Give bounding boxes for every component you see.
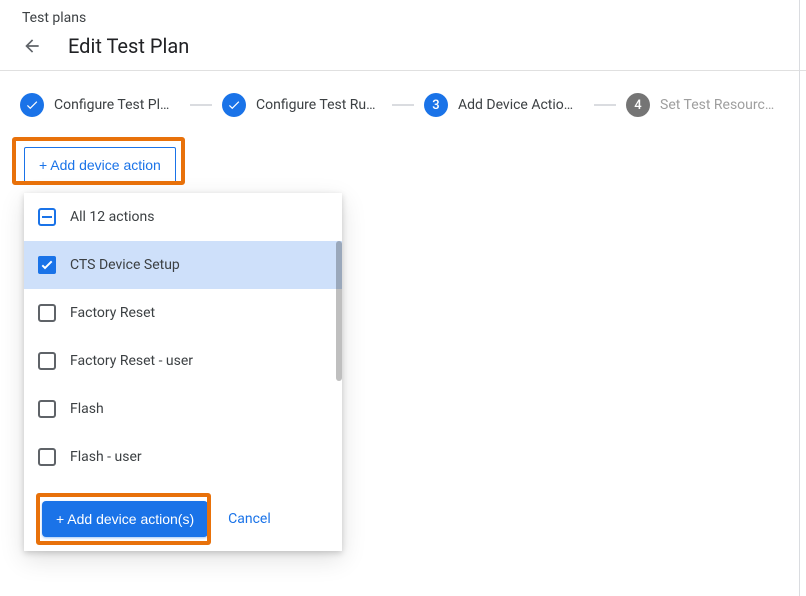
checkbox-unchecked-icon[interactable] — [38, 448, 56, 466]
step-label: Configure Test Ru… — [256, 97, 376, 113]
content-area: + Add device action All 12 actions CTS D… — [0, 139, 806, 183]
step-configure-test-run[interactable]: Configure Test Ru… — [222, 93, 382, 117]
page-header: Test plans Edit Test Plan — [0, 0, 806, 71]
confirm-add-device-actions-button[interactable]: + Add device action(s) — [42, 501, 208, 537]
panel-footer: + Add device action(s) Cancel — [24, 487, 342, 551]
step-add-device-actions[interactable]: 3 Add Device Actio… — [424, 93, 584, 117]
step-number-badge: 3 — [424, 93, 448, 117]
list-item-label: Factory Reset — [70, 305, 155, 321]
step-configure-test-plan[interactable]: Configure Test Pl… — [20, 93, 180, 117]
step-connector — [594, 104, 616, 106]
breadcrumb[interactable]: Test plans — [22, 10, 786, 26]
list-item[interactable]: Flash - user — [24, 433, 342, 481]
checkbox-indeterminate-icon[interactable] — [38, 208, 56, 226]
list-item-label: CTS Device Setup — [70, 257, 180, 273]
list-item-label: Factory Reset - user — [70, 353, 193, 369]
title-row: Edit Test Plan — [22, 34, 786, 58]
list-item-label: Flash — [70, 401, 104, 417]
list-item[interactable]: Factory Reset — [24, 289, 342, 337]
back-arrow-icon[interactable] — [22, 36, 42, 56]
list-item-label: Flash - user — [70, 449, 142, 465]
step-set-test-resources[interactable]: 4 Set Test Resourc… — [626, 93, 786, 117]
step-number-badge: 4 — [626, 93, 650, 117]
checkbox-checked-icon[interactable] — [38, 256, 56, 274]
add-device-action-button[interactable]: + Add device action — [24, 147, 176, 183]
step-label: Set Test Resourc… — [660, 97, 774, 113]
list-item[interactable]: Factory Reset - user — [24, 337, 342, 385]
page-title: Edit Test Plan — [68, 34, 189, 58]
check-icon — [222, 93, 246, 117]
checkbox-unchecked-icon[interactable] — [38, 304, 56, 322]
step-label: Configure Test Pl… — [54, 97, 169, 113]
list-item[interactable]: CTS Device Setup — [24, 241, 342, 289]
list-item-label: All 12 actions — [70, 209, 155, 225]
list-item[interactable]: Flash — [24, 385, 342, 433]
check-icon — [20, 93, 44, 117]
step-connector — [190, 104, 212, 106]
checkbox-unchecked-icon[interactable] — [38, 400, 56, 418]
select-all-actions[interactable]: All 12 actions — [24, 193, 342, 241]
checkbox-unchecked-icon[interactable] — [38, 352, 56, 370]
step-connector — [392, 104, 414, 106]
step-label: Add Device Actio… — [458, 97, 573, 113]
action-list: All 12 actions CTS Device Setup Factory … — [24, 193, 342, 487]
vertical-divider — [799, 0, 800, 596]
stepper: Configure Test Pl… Configure Test Ru… 3 … — [0, 71, 806, 139]
scrollbar-thumb[interactable] — [336, 241, 342, 381]
device-action-dropdown: All 12 actions CTS Device Setup Factory … — [24, 193, 342, 551]
cancel-button[interactable]: Cancel — [228, 511, 271, 527]
